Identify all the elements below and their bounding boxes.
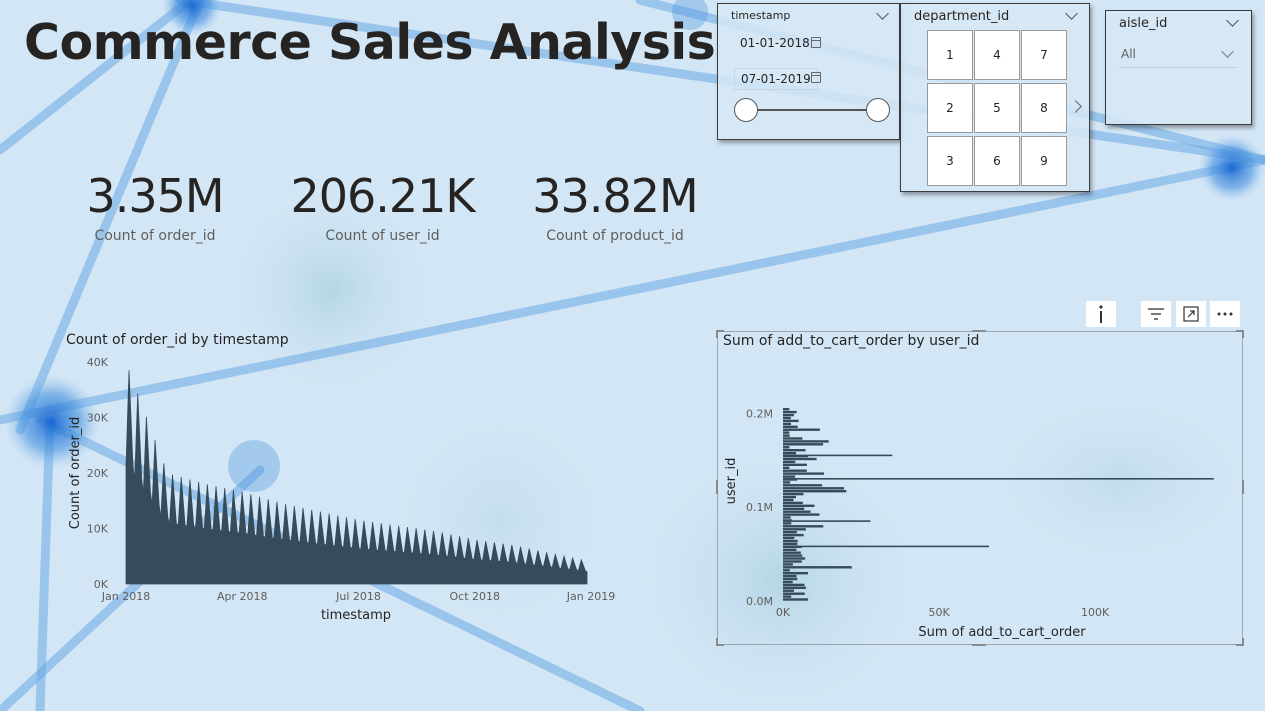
department-tile[interactable]: 3: [927, 136, 973, 186]
kpi-card-orders[interactable]: 3.35M Count of order_id: [60, 170, 250, 244]
timestamp-slicer[interactable]: timestamp 01-01-2018 07-01-2019: [717, 3, 900, 140]
kpi-value: 206.21K: [290, 169, 475, 223]
resize-handle[interactable]: [716, 480, 718, 494]
department-tile[interactable]: 6: [974, 136, 1020, 186]
slicer-header: department_id: [914, 9, 1010, 24]
aisle-dropdown[interactable]: All: [1119, 45, 1237, 68]
department-tile[interactable]: 9: [1021, 136, 1067, 186]
chevron-down-icon[interactable]: [1065, 7, 1078, 20]
range-track[interactable]: [746, 109, 878, 111]
chart-title: Sum of add_to_cart_order by user_id: [723, 333, 980, 349]
chevron-down-icon[interactable]: [876, 7, 889, 20]
resize-handle[interactable]: [1242, 330, 1244, 338]
calendar-icon[interactable]: [811, 72, 821, 83]
department-tile[interactable]: 5: [974, 83, 1020, 133]
start-date-input[interactable]: 01-01-2018: [734, 33, 816, 53]
kpi-label: Count of product_id: [546, 228, 684, 244]
aisle-slicer[interactable]: aisle_id All: [1105, 10, 1252, 125]
end-date-input[interactable]: 07-01-2019: [734, 68, 818, 90]
info-icon[interactable]: [1086, 301, 1116, 327]
kpi-label: Count of user_id: [325, 228, 440, 244]
resize-handle[interactable]: [1242, 480, 1244, 494]
resize-handle[interactable]: [972, 644, 986, 646]
resize-handle[interactable]: [1242, 638, 1244, 646]
department-slicer[interactable]: department_id 1 4 7 2 5 8 3 6 9: [900, 3, 1090, 192]
department-tile[interactable]: 1: [927, 30, 973, 80]
focus-mode-icon[interactable]: [1176, 301, 1206, 327]
department-tile[interactable]: 7: [1021, 30, 1067, 80]
resize-handle[interactable]: [972, 330, 986, 332]
calendar-icon[interactable]: [811, 37, 821, 48]
chevron-down-icon: [1221, 45, 1234, 58]
kpi-label: Count of order_id: [94, 228, 216, 244]
more-options-icon[interactable]: [1210, 301, 1240, 327]
range-end-handle[interactable]: [866, 98, 890, 122]
add-to-cart-by-user-chart[interactable]: Sum of add_to_cart_order by user_id: [716, 330, 1244, 646]
filter-icon[interactable]: [1141, 301, 1171, 327]
department-tile[interactable]: 4: [974, 30, 1020, 80]
department-tile[interactable]: 8: [1021, 83, 1067, 133]
resize-handle[interactable]: [716, 638, 718, 646]
chart-title: Count of order_id by timestamp: [66, 332, 289, 348]
report-title: Commerce Sales Analysis: [24, 14, 716, 71]
chevron-down-icon[interactable]: [1226, 14, 1239, 27]
kpi-card-users[interactable]: 206.21K Count of user_id: [270, 170, 495, 244]
slicer-header: timestamp: [731, 9, 791, 22]
slicer-header: aisle_id: [1119, 16, 1168, 31]
resize-handle[interactable]: [716, 330, 718, 338]
dropdown-value: All: [1121, 47, 1136, 61]
kpi-value: 33.82M: [532, 169, 698, 223]
kpi-card-products[interactable]: 33.82M Count of product_id: [515, 170, 715, 244]
chevron-right-icon[interactable]: [1069, 100, 1082, 113]
kpi-value: 3.35M: [86, 169, 224, 223]
department-tile[interactable]: 2: [927, 83, 973, 133]
range-start-handle[interactable]: [734, 98, 758, 122]
